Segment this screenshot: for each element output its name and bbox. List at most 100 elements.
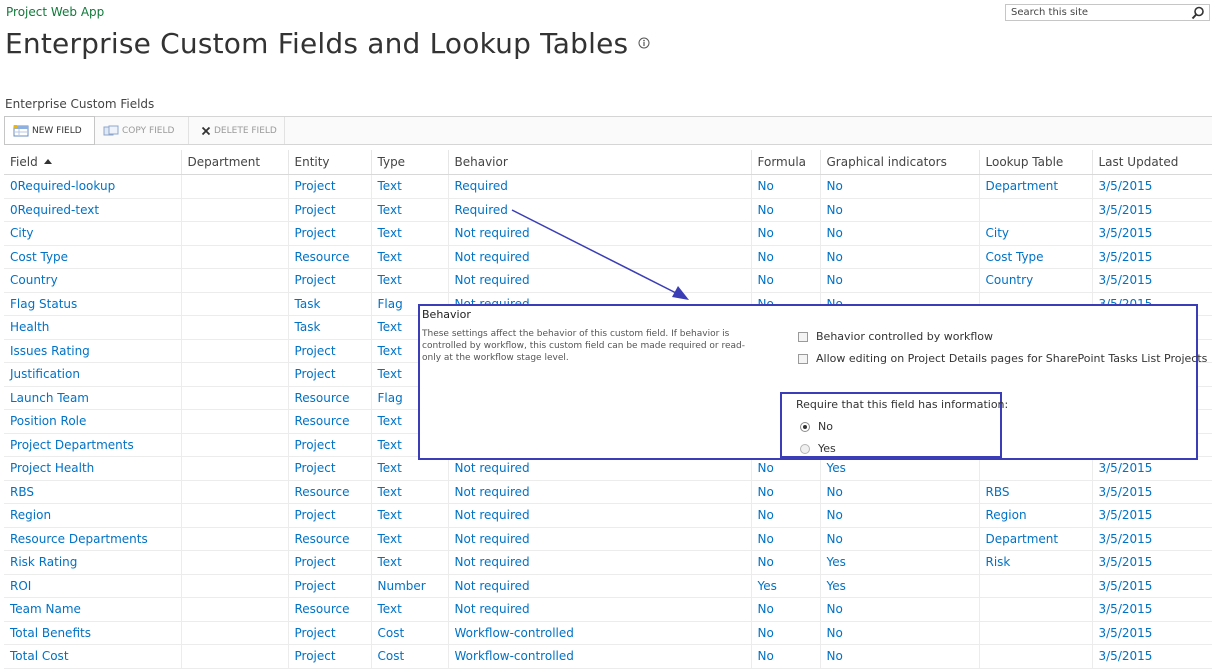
cell-field[interactable]: Project Health	[4, 456, 181, 481]
cell-last-updated[interactable]: 3/5/2015	[1091, 550, 1212, 575]
cell-type[interactable]: Text	[370, 221, 448, 246]
require-option-no[interactable]: No	[800, 420, 833, 433]
cell-graphical-indicators[interactable]: No	[819, 221, 979, 246]
cell-field[interactable]: Project Departments	[4, 433, 181, 457]
cell-field[interactable]: Launch Team	[4, 386, 181, 410]
search-box[interactable]	[1005, 4, 1210, 21]
cell-last-updated[interactable]: 3/5/2015	[1091, 268, 1212, 293]
cell-formula[interactable]: No	[750, 503, 820, 528]
cell-behavior[interactable]: Required	[447, 198, 751, 222]
cell-graphical-indicators[interactable]: Yes	[819, 456, 979, 481]
info-icon[interactable]	[638, 37, 650, 49]
column-header-last-updated[interactable]: Last Updated	[1091, 150, 1212, 175]
cell-lookup-table[interactable]: Risk	[978, 550, 1092, 575]
cell-last-updated[interactable]: 3/5/2015	[1091, 597, 1212, 622]
cell-field[interactable]: Total Cost	[4, 644, 181, 669]
column-header-field[interactable]: Field	[4, 150, 181, 175]
cell-lookup-table[interactable]: Country	[978, 268, 1092, 293]
cell-field[interactable]: Issues Rating	[4, 339, 181, 363]
cell-graphical-indicators[interactable]: No	[819, 621, 979, 645]
cell-graphical-indicators[interactable]: No	[819, 503, 979, 528]
cell-formula[interactable]: No	[750, 527, 820, 551]
require-option-yes[interactable]: Yes	[800, 442, 836, 455]
cell-graphical-indicators[interactable]: No	[819, 198, 979, 222]
cell-graphical-indicators[interactable]: No	[819, 527, 979, 551]
cell-formula[interactable]: No	[750, 597, 820, 622]
cell-type[interactable]: Text	[370, 245, 448, 269]
column-header-department[interactable]: Department	[180, 150, 288, 175]
cell-entity[interactable]: Project	[287, 550, 371, 575]
cell-last-updated[interactable]: 3/5/2015	[1091, 221, 1212, 246]
cell-entity[interactable]: Project	[287, 621, 371, 645]
editing-checkbox[interactable]	[798, 353, 808, 364]
cell-field[interactable]: 0Required-text	[4, 198, 181, 222]
cell-last-updated[interactable]: 3/5/2015	[1091, 621, 1212, 645]
cell-behavior[interactable]: Workflow-controlled	[447, 644, 751, 669]
cell-graphical-indicators[interactable]: No	[819, 597, 979, 622]
cell-entity[interactable]: Project	[287, 456, 371, 481]
cell-formula[interactable]: No	[750, 268, 820, 293]
cell-field[interactable]: Health	[4, 315, 181, 340]
cell-lookup-table[interactable]: RBS	[978, 480, 1092, 504]
cell-field[interactable]: Team Name	[4, 597, 181, 622]
cell-behavior[interactable]: Not required	[447, 221, 751, 246]
cell-entity[interactable]: Project	[287, 433, 371, 457]
cell-behavior[interactable]: Workflow-controlled	[447, 621, 751, 645]
cell-type[interactable]: Text	[370, 456, 448, 481]
cell-field[interactable]: Justification	[4, 362, 181, 387]
cell-entity[interactable]: Task	[287, 315, 371, 340]
workflow-checkbox[interactable]	[798, 331, 808, 342]
cell-formula[interactable]: No	[750, 621, 820, 645]
cell-field[interactable]: Flag Status	[4, 292, 181, 316]
cell-behavior[interactable]: Not required	[447, 480, 751, 504]
cell-entity[interactable]: Task	[287, 292, 371, 316]
cell-behavior[interactable]: Not required	[447, 503, 751, 528]
cell-formula[interactable]: No	[750, 456, 820, 481]
cell-lookup-table[interactable]: Department	[978, 527, 1092, 551]
cell-field[interactable]: Cost Type	[4, 245, 181, 269]
cell-entity[interactable]: Resource	[287, 386, 371, 410]
cell-field[interactable]: Country	[4, 268, 181, 293]
cell-graphical-indicators[interactable]: No	[819, 245, 979, 269]
column-header-formula[interactable]: Formula	[750, 150, 820, 175]
cell-field[interactable]: Total Benefits	[4, 621, 181, 645]
cell-entity[interactable]: Project	[287, 362, 371, 387]
cell-entity[interactable]: Project	[287, 503, 371, 528]
column-header-behavior[interactable]: Behavior	[447, 150, 751, 175]
cell-behavior[interactable]: Not required	[447, 268, 751, 293]
cell-last-updated[interactable]: 3/5/2015	[1091, 527, 1212, 551]
cell-field[interactable]: Position Role	[4, 409, 181, 434]
radio-no[interactable]	[800, 421, 810, 432]
cell-entity[interactable]: Resource	[287, 527, 371, 551]
cell-type[interactable]: Text	[370, 268, 448, 293]
cell-last-updated[interactable]: 3/5/2015	[1091, 503, 1212, 528]
column-header-lookup-table[interactable]: Lookup Table	[978, 150, 1092, 175]
cell-formula[interactable]: No	[750, 221, 820, 246]
cell-entity[interactable]: Resource	[287, 409, 371, 434]
cell-graphical-indicators[interactable]: No	[819, 268, 979, 293]
cell-type[interactable]: Text	[370, 480, 448, 504]
cell-lookup-table[interactable]: City	[978, 221, 1092, 246]
cell-entity[interactable]: Project	[287, 198, 371, 222]
cell-behavior[interactable]: Not required	[447, 574, 751, 598]
radio-yes[interactable]	[800, 443, 810, 454]
cell-behavior[interactable]: Not required	[447, 597, 751, 622]
cell-formula[interactable]: No	[750, 174, 820, 199]
cell-type[interactable]: Text	[370, 174, 448, 199]
cell-last-updated[interactable]: 3/5/2015	[1091, 174, 1212, 199]
cell-entity[interactable]: Resource	[287, 245, 371, 269]
delete-field-button[interactable]: DELETE FIELD	[189, 117, 285, 144]
cell-behavior[interactable]: Not required	[447, 456, 751, 481]
cell-field[interactable]: ROI	[4, 574, 181, 598]
cell-entity[interactable]: Project	[287, 339, 371, 363]
cell-formula[interactable]: No	[750, 245, 820, 269]
cell-lookup-table[interactable]: Department	[978, 174, 1092, 199]
cell-last-updated[interactable]: 3/5/2015	[1091, 644, 1212, 669]
column-header-graphical-indicators[interactable]: Graphical indicators	[819, 150, 979, 175]
cell-last-updated[interactable]: 3/5/2015	[1091, 245, 1212, 269]
search-icon[interactable]	[1191, 6, 1205, 20]
cell-type[interactable]: Number	[370, 574, 448, 598]
cell-last-updated[interactable]: 3/5/2015	[1091, 456, 1212, 481]
cell-behavior[interactable]: Not required	[447, 527, 751, 551]
cell-formula[interactable]: Yes	[750, 574, 820, 598]
